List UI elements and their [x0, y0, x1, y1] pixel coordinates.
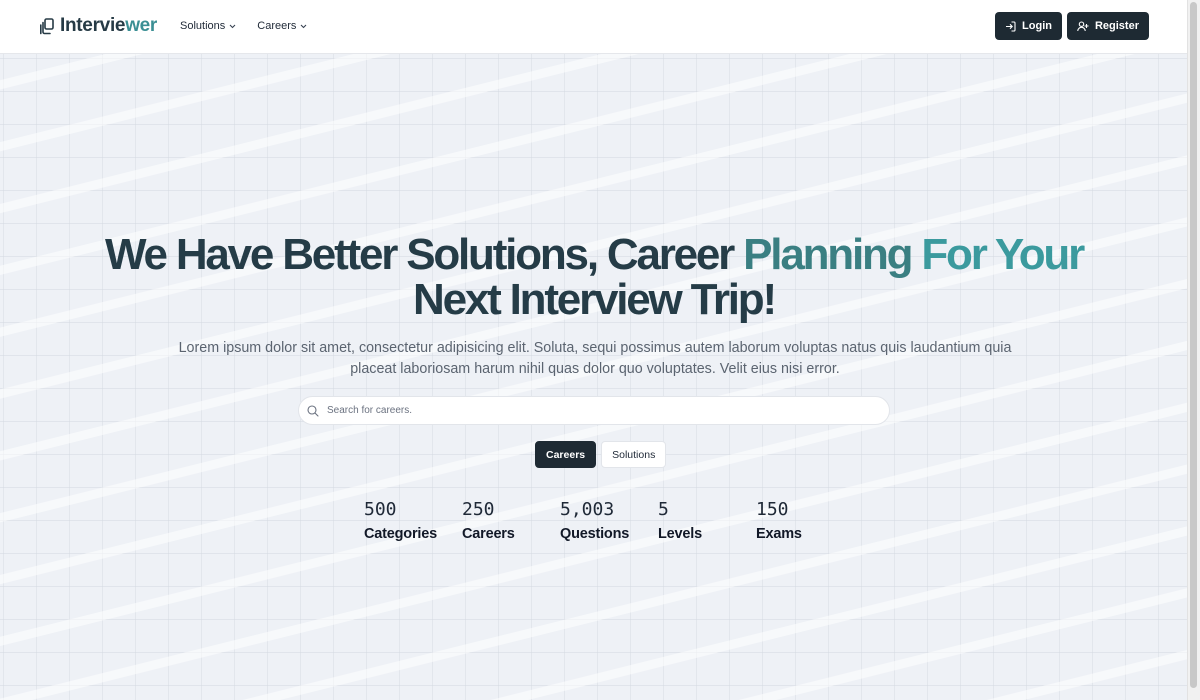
hero-section: We Have Better Solutions, Career Plannin… — [0, 54, 1188, 700]
brand-name-part1: Intervie — [60, 15, 126, 36]
nav-solutions-label: Solutions — [180, 20, 226, 32]
nav-solutions-dropdown[interactable]: Solutions — [180, 18, 236, 34]
stat-exams: 150 Exams — [756, 498, 854, 544]
stat-value: 5,003 — [560, 499, 615, 520]
hero-subtitle: Lorem ipsum dolor sit amet, consectetur … — [178, 340, 1012, 377]
tab-solutions[interactable]: Solutions — [601, 441, 667, 468]
headline-part1: We Have Better Solutions, Career — [104, 230, 744, 279]
brand-logo[interactable]: Interviewer — [40, 14, 157, 38]
stat-value: 150 — [756, 499, 789, 520]
stat-label: Categories — [364, 526, 437, 542]
main-nav: Solutions Careers — [180, 18, 307, 34]
brand-name: Interviewer — [60, 14, 157, 38]
search-type-tabs: Careers Solutions — [535, 441, 667, 468]
user-plus-icon — [1077, 20, 1089, 31]
stat-value: 250 — [462, 499, 495, 520]
stats-row: 500 Categories 250 Careers 5,003 Questio… — [364, 498, 854, 544]
register-label: Register — [1094, 20, 1139, 32]
career-search-bar[interactable] — [298, 396, 890, 425]
brand-name-part2: wer — [125, 15, 158, 36]
scrollbar-thumb[interactable] — [1190, 2, 1197, 688]
login-label: Login — [1022, 20, 1052, 32]
documents-icon — [40, 17, 54, 34]
login-button[interactable]: Login — [995, 12, 1062, 40]
stat-questions: 5,003 Questions — [560, 498, 658, 544]
stat-label: Questions — [560, 526, 630, 542]
chevron-down-icon — [301, 24, 307, 28]
hero-headline: We Have Better Solutions, Career Plannin… — [94, 232, 1094, 322]
stat-value: 5 — [658, 499, 669, 520]
search-input[interactable] — [325, 404, 869, 417]
stat-levels: 5 Levels — [658, 498, 756, 544]
headline-highlight: Planning — [743, 230, 922, 279]
chevron-down-icon — [229, 24, 236, 28]
navbar: Interviewer Solutions Careers Login Regi — [0, 0, 1188, 54]
auth-buttons: Login Register — [995, 12, 1149, 40]
stat-label: Levels — [658, 526, 702, 542]
register-button[interactable]: Register — [1066, 12, 1149, 40]
login-icon — [1006, 20, 1016, 32]
headline-line2: Next Interview Trip! — [413, 275, 777, 324]
search-icon — [307, 404, 319, 417]
nav-careers-label: Careers — [257, 20, 297, 32]
stat-categories: 500 Categories — [364, 498, 462, 544]
stat-value: 500 — [364, 499, 397, 520]
tab-careers[interactable]: Careers — [535, 441, 597, 468]
stat-label: Exams — [756, 526, 802, 542]
headline-highlight-2: For Your — [921, 230, 1085, 279]
nav-careers-dropdown[interactable]: Careers — [257, 18, 307, 34]
stat-careers: 250 Careers — [462, 498, 560, 544]
stat-label: Careers — [462, 526, 515, 542]
page-scrollbar[interactable] — [1187, 0, 1200, 700]
